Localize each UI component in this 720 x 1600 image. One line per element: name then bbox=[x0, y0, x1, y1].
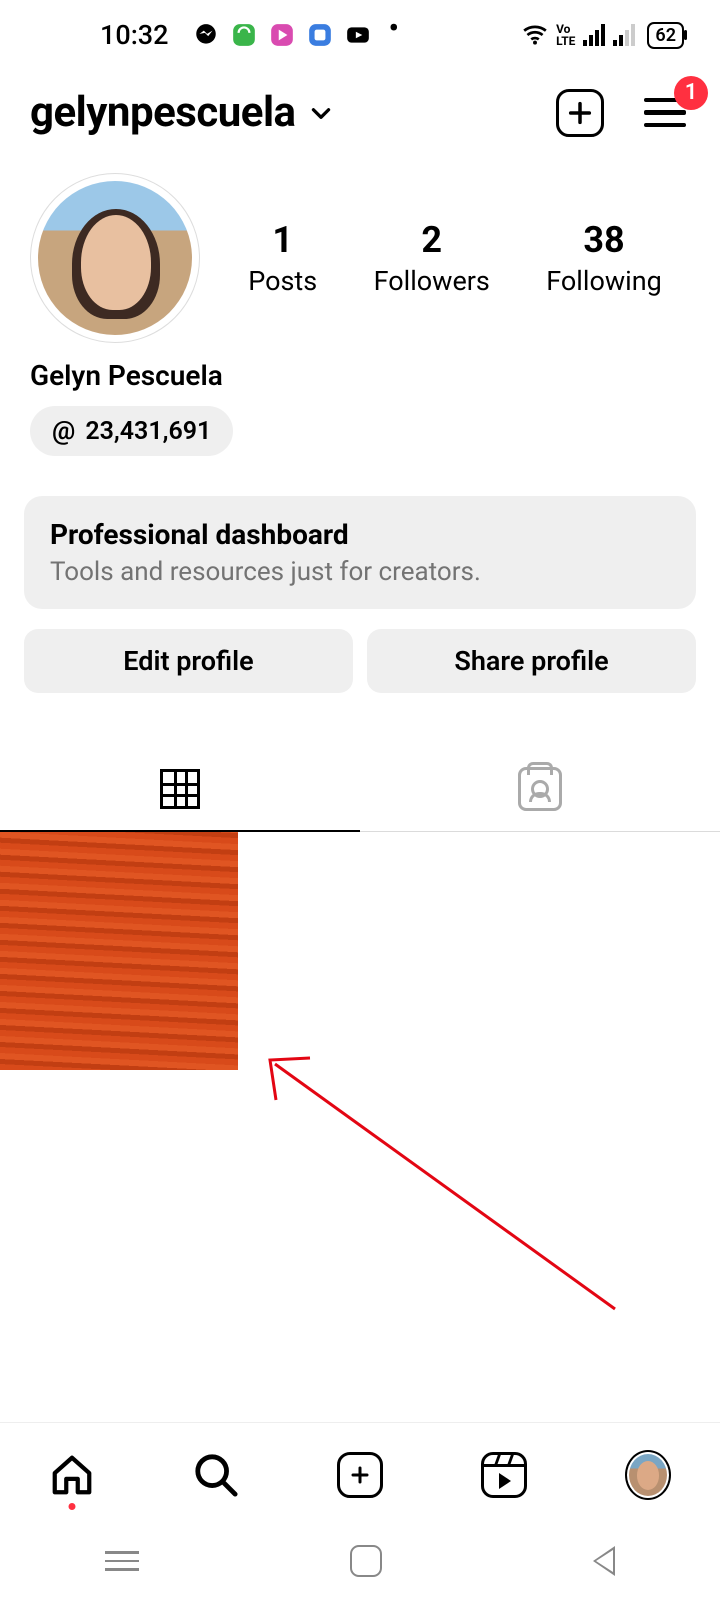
reels-icon bbox=[481, 1452, 527, 1498]
search-icon bbox=[193, 1452, 239, 1498]
create-post-icon bbox=[337, 1452, 383, 1498]
menu-button[interactable]: 1 bbox=[644, 98, 686, 128]
status-left: 10:32 • bbox=[100, 19, 399, 51]
profile-stats: 1 Posts 2 Followers 38 Following bbox=[220, 219, 690, 297]
dashboard-title: Professional dashboard bbox=[50, 518, 670, 551]
professional-dashboard-card[interactable]: Professional dashboard Tools and resourc… bbox=[24, 496, 696, 609]
display-name: Gelyn Pescuela bbox=[30, 359, 690, 392]
wifi-icon bbox=[522, 22, 548, 48]
system-back-button[interactable] bbox=[593, 1546, 615, 1576]
app-icon-pink bbox=[269, 22, 295, 48]
followers-stat[interactable]: 2 Followers bbox=[374, 219, 490, 297]
home-icon bbox=[49, 1452, 95, 1498]
nav-reels[interactable] bbox=[481, 1452, 527, 1498]
create-button[interactable] bbox=[556, 89, 604, 137]
nav-profile[interactable] bbox=[625, 1452, 671, 1498]
posts-grid bbox=[0, 832, 720, 1070]
annotation-arrow bbox=[260, 1044, 640, 1334]
status-right: VoLTE 62 bbox=[522, 22, 684, 49]
edit-profile-button[interactable]: Edit profile bbox=[24, 629, 353, 693]
dashboard-subtitle: Tools and resources just for creators. bbox=[50, 557, 670, 587]
post-thumbnail[interactable] bbox=[0, 832, 238, 1070]
tab-posts-grid[interactable] bbox=[0, 749, 360, 831]
posts-label: Posts bbox=[248, 265, 317, 297]
nav-avatar-icon bbox=[625, 1450, 671, 1500]
followers-label: Followers bbox=[374, 265, 490, 297]
plus-icon bbox=[566, 99, 594, 127]
bottom-nav bbox=[0, 1422, 720, 1512]
tab-tagged[interactable] bbox=[360, 749, 720, 831]
posts-stat[interactable]: 1 Posts bbox=[248, 219, 317, 297]
profile-header: gelynpescuela 1 bbox=[0, 70, 720, 161]
profile-avatar[interactable] bbox=[30, 173, 200, 343]
messenger-icon bbox=[193, 22, 219, 48]
battery-indicator: 62 bbox=[647, 22, 684, 49]
signal-icon-1 bbox=[583, 24, 605, 46]
username-switcher[interactable]: gelynpescuela bbox=[30, 88, 556, 137]
threads-count: 23,431,691 bbox=[85, 417, 211, 446]
threads-icon: @ bbox=[52, 416, 75, 446]
followers-count: 2 bbox=[374, 219, 490, 261]
app-icon-green bbox=[231, 22, 257, 48]
following-label: Following bbox=[546, 265, 662, 297]
system-home-button[interactable] bbox=[350, 1545, 382, 1577]
chevron-down-icon bbox=[308, 100, 334, 126]
youtube-icon bbox=[345, 22, 371, 48]
home-notification-dot bbox=[69, 1503, 76, 1510]
notification-badge: 1 bbox=[674, 76, 708, 110]
profile-actions: Edit profile Share profile bbox=[24, 629, 696, 693]
nav-create[interactable] bbox=[337, 1452, 383, 1498]
system-recent-button[interactable] bbox=[105, 1551, 139, 1571]
system-nav-bar bbox=[0, 1522, 720, 1600]
status-time: 10:32 bbox=[100, 19, 169, 51]
profile-tabs bbox=[0, 749, 720, 832]
grid-icon bbox=[160, 769, 200, 809]
posts-count: 1 bbox=[248, 219, 317, 261]
nav-search[interactable] bbox=[193, 1452, 239, 1498]
volte-icon: VoLTE bbox=[556, 23, 575, 47]
username: gelynpescuela bbox=[30, 88, 296, 137]
following-stat[interactable]: 38 Following bbox=[546, 219, 662, 297]
signal-icon-2 bbox=[613, 24, 635, 46]
nav-home[interactable] bbox=[49, 1452, 95, 1498]
status-bar: 10:32 • VoLTE 62 bbox=[0, 0, 720, 70]
app-icon-blue bbox=[307, 22, 333, 48]
profile-section: 1 Posts 2 Followers 38 Following Gelyn P… bbox=[0, 161, 720, 456]
following-count: 38 bbox=[546, 219, 662, 261]
threads-badge[interactable]: @ 23,431,691 bbox=[30, 406, 233, 456]
share-profile-button[interactable]: Share profile bbox=[367, 629, 696, 693]
tagged-icon bbox=[518, 767, 562, 811]
